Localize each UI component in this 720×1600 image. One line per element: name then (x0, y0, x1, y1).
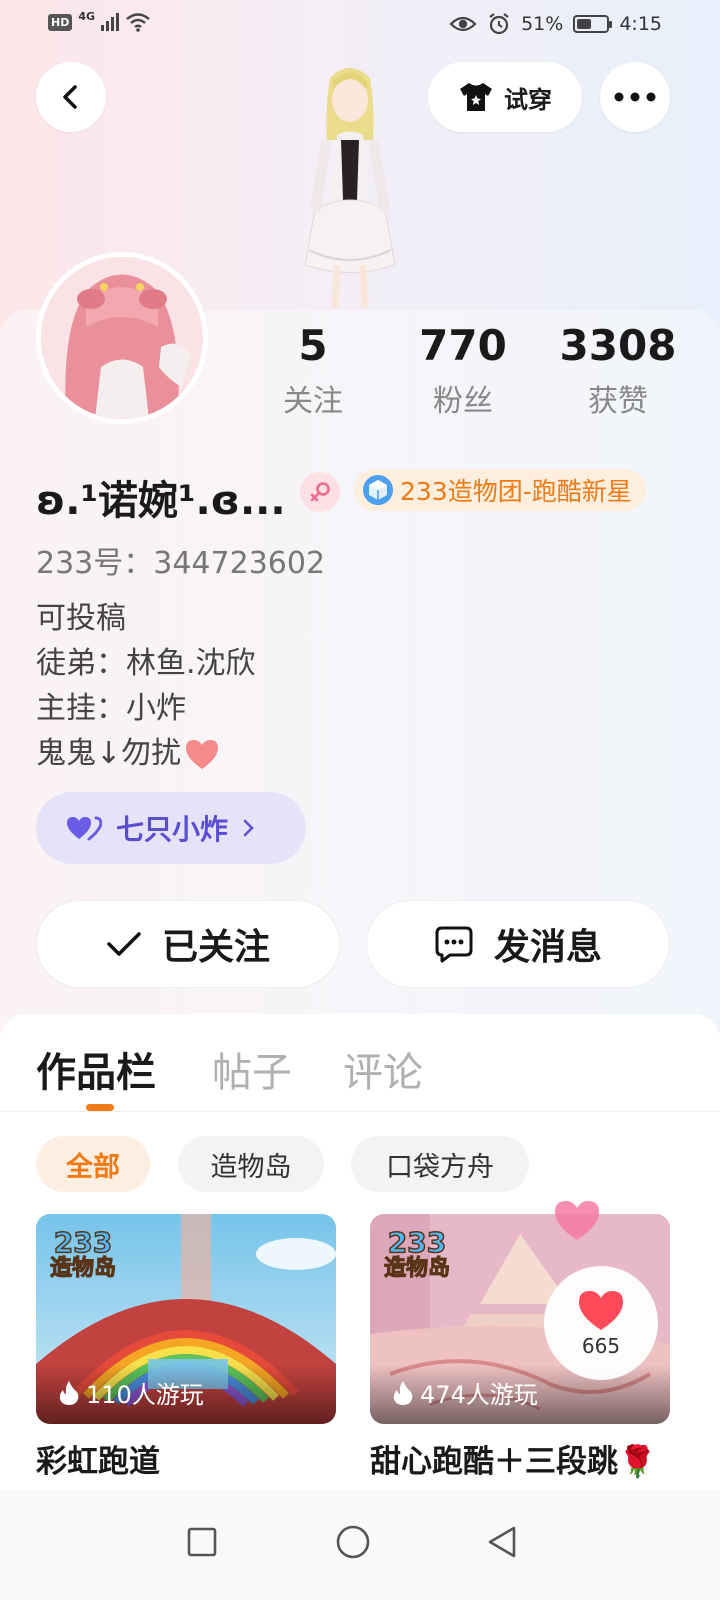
filter-creation-island[interactable]: 造物岛 (178, 1136, 324, 1192)
network-label: 4G (78, 9, 96, 23)
alarm-icon (489, 13, 509, 35)
like-button[interactable]: 665 (544, 1266, 658, 1380)
chevron-right-icon (243, 819, 254, 837)
female-icon (310, 482, 330, 502)
avatar[interactable] (36, 252, 208, 424)
character-figure (304, 68, 396, 309)
stat-likes[interactable]: 3308 获赞 (543, 320, 693, 420)
clock: 4:15 (619, 13, 662, 35)
more-button[interactable] (600, 62, 670, 132)
play-count: 474人游玩 (392, 1375, 538, 1410)
heart-group-icon (67, 816, 102, 841)
status-bar: HD 4G 51% 4:15 (0, 0, 720, 50)
signal-icon (101, 13, 120, 31)
follow-button[interactable]: 已关注 (36, 900, 340, 988)
group-chip[interactable]: 七只小炸 (36, 792, 306, 864)
avatar-image (41, 257, 203, 419)
tab-comments[interactable]: 评论 (343, 1040, 423, 1098)
tab-posts[interactable]: 帖子 (212, 1040, 292, 1098)
heart-icon (579, 1291, 623, 1330)
game-logo-name: 造物岛 (383, 1256, 451, 1282)
triangle-nav-icon (488, 1526, 516, 1558)
gender-badge (300, 472, 340, 512)
bio-line: 徒弟：林鱼.沈欣 (36, 646, 256, 681)
title-badge-label: 233造物团-跑酷新星 (400, 477, 632, 506)
circle-nav-icon (336, 1525, 370, 1559)
work-title[interactable]: 彩虹跑道 (36, 1436, 160, 1481)
game-logo-number: 233 (387, 1226, 447, 1259)
message-button[interactable]: 发消息 (366, 900, 670, 988)
back-arrow-icon (63, 85, 77, 109)
nickname: ʚ.¹诺婉¹.ɞ... (36, 478, 286, 524)
eye-icon (449, 16, 477, 32)
bio-line: 鬼鬼↓勿扰 (36, 736, 182, 771)
square-nav-icon (187, 1527, 217, 1557)
stat-value: 3308 (559, 321, 677, 370)
bio-line: 可投稿 (36, 601, 126, 636)
status-right: 51% 4:15 (449, 12, 662, 36)
back-button[interactable] (36, 62, 106, 132)
like-count: 665 (581, 1334, 621, 1358)
bio-line: 主挂：小炸 (36, 691, 186, 726)
game-logo-number: 233 (53, 1226, 113, 1259)
work-card[interactable]: 233 造物岛 110人游玩 (36, 1214, 336, 1424)
game-logo: 233 造物岛 (49, 1226, 117, 1282)
follow-label: 已关注 (161, 927, 270, 968)
stat-label: 关注 (283, 384, 343, 419)
hd-badge: HD (48, 13, 73, 31)
stat-value: 5 (298, 321, 328, 370)
tshirt-icon (460, 83, 492, 111)
profile-page: HD 4G 51% 4:15 试穿 5 关注 770 粉丝 3308 获赞 ʚ.… (0, 0, 720, 1600)
tab-divider (0, 1111, 720, 1112)
status-left: HD 4G (48, 9, 151, 32)
play-count-label: 110人游玩 (86, 1381, 204, 1409)
heart-emoji-icon (186, 739, 219, 769)
flame-icon (393, 1380, 413, 1405)
try-on-button[interactable]: 试穿 (428, 62, 582, 132)
stat-label: 粉丝 (433, 384, 493, 419)
floating-heart-icon (555, 1201, 599, 1240)
stat-value: 770 (419, 321, 507, 370)
title-badge[interactable]: 233造物团-跑酷新星 (354, 469, 646, 511)
bio-line-with-heart: 鬼鬼↓勿扰 (36, 731, 256, 776)
user-id: 233号：344723602 (36, 546, 326, 581)
flame-icon (59, 1380, 79, 1405)
recents-button[interactable] (172, 1512, 232, 1572)
check-icon (107, 932, 141, 956)
stat-label: 获赞 (588, 384, 648, 419)
game-logo-name: 造物岛 (49, 1256, 117, 1282)
home-button[interactable] (323, 1512, 383, 1572)
try-on-label: 试穿 (504, 85, 552, 114)
tab-works[interactable]: 作品栏 (36, 1040, 156, 1098)
filter-pocket-ark[interactable]: 口袋方舟 (351, 1136, 529, 1192)
more-dots-icon (614, 92, 656, 102)
play-count-label: 474人游玩 (420, 1381, 538, 1409)
work-title[interactable]: 甜心跑酷＋三段跳🌹 (370, 1436, 657, 1481)
game-logo: 233 造物岛 (383, 1226, 451, 1282)
bio: 可投稿 徒弟：林鱼.沈欣 主挂：小炸 鬼鬼↓勿扰 (36, 596, 256, 776)
tab-indicator (86, 1104, 114, 1111)
message-label: 发消息 (493, 927, 602, 968)
system-nav-bar (0, 1490, 720, 1600)
stat-following[interactable]: 5 关注 (238, 320, 388, 420)
battery-fill (577, 19, 592, 29)
stat-fans[interactable]: 770 粉丝 (388, 320, 538, 420)
badge-cube-icon (363, 475, 393, 505)
wifi-icon (126, 13, 150, 32)
battery-percent: 51% (521, 13, 564, 35)
group-name: 七只小炸 (116, 813, 229, 846)
filter-all[interactable]: 全部 (36, 1136, 150, 1192)
play-count: 110人游玩 (58, 1375, 204, 1410)
back-nav-button[interactable] (472, 1512, 532, 1572)
battery-icon (573, 15, 613, 33)
chat-bubble-icon (435, 926, 473, 963)
